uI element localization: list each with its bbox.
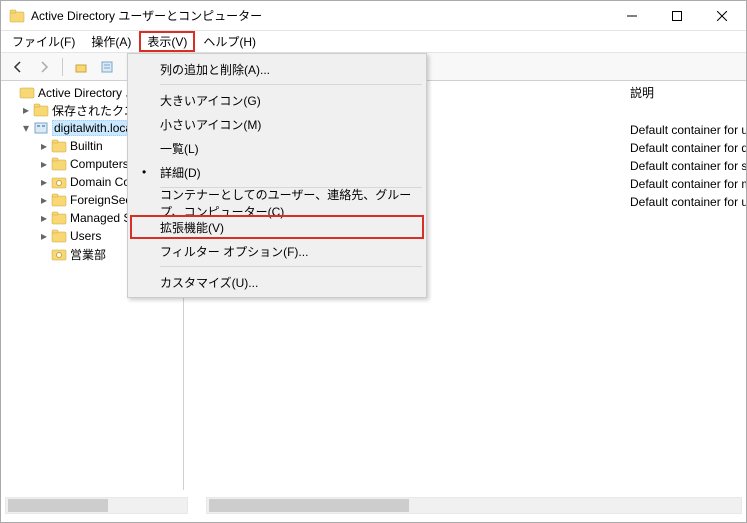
menu-filter-options[interactable]: フィルター オプション(F)... (130, 239, 424, 263)
folder-icon (51, 228, 67, 244)
expand-icon[interactable]: ▸ (37, 139, 51, 153)
app-icon (9, 8, 25, 24)
ou-icon (51, 246, 67, 262)
aduc-icon (19, 84, 35, 100)
folder-icon (33, 102, 49, 118)
tree-label: Computers (70, 157, 129, 171)
toolbar-separator (62, 58, 63, 76)
menu-view[interactable]: 表示(V) (139, 31, 195, 52)
expand-icon[interactable]: ▸ (37, 175, 51, 189)
menu-users-as-containers[interactable]: コンテナーとしてのユーザー、連絡先、グループ、コンピューター(C) (130, 191, 424, 215)
domain-icon (33, 120, 49, 136)
tree-label: Active Directory ユ (38, 84, 137, 101)
tree-label: Users (70, 229, 101, 243)
folder-icon (51, 138, 67, 154)
scrollbar-thumb[interactable] (8, 499, 108, 512)
tree-scrollbar[interactable] (5, 497, 188, 514)
list-cell-description: Default container for do (624, 139, 746, 157)
up-button[interactable] (70, 56, 92, 78)
menu-separator (160, 84, 422, 85)
list-scrollbar[interactable] (206, 497, 742, 514)
list-cell-description: Default container for se (624, 157, 746, 175)
expand-icon[interactable]: ▸ (37, 211, 51, 225)
menubar: ファイル(F) 操作(A) 表示(V) ヘルプ(H) (1, 31, 746, 53)
folder-icon (51, 210, 67, 226)
menu-large-icons[interactable]: 大きいアイコン(G) (130, 88, 424, 112)
window-title: Active Directory ユーザーとコンピューター (31, 7, 609, 24)
forward-button[interactable] (33, 56, 55, 78)
expand-icon[interactable]: ▸ (37, 193, 51, 207)
ou-icon (51, 174, 67, 190)
properties-button[interactable] (96, 56, 118, 78)
tree-label: Domain Co (70, 175, 130, 189)
tree-label: 営業部 (70, 246, 106, 263)
menu-advanced-features[interactable]: 拡張機能(V) (130, 215, 424, 239)
expand-icon[interactable]: ▸ (19, 103, 33, 117)
list-cell-description: Default container for m (624, 175, 746, 193)
list-cell-description: Default container for up (624, 121, 746, 139)
collapse-icon[interactable]: ▾ (19, 121, 33, 135)
folder-icon (51, 192, 67, 208)
menu-help[interactable]: ヘルプ(H) (195, 31, 264, 52)
expand-icon[interactable]: ▸ (37, 229, 51, 243)
menu-file[interactable]: ファイル(F) (4, 31, 83, 52)
menu-action[interactable]: 操作(A) (83, 31, 139, 52)
titlebar: Active Directory ユーザーとコンピューター (1, 1, 746, 31)
tree-label: digitalwith.loca (52, 120, 134, 136)
list-cell-description: Default container for up (624, 193, 746, 211)
menu-add-remove-columns[interactable]: 列の追加と削除(A)... (130, 57, 424, 81)
close-button[interactable] (699, 2, 744, 30)
menu-small-icons[interactable]: 小さいアイコン(M) (130, 112, 424, 136)
horizontal-scrollbars (5, 497, 742, 514)
column-header-description[interactable]: 説明 (624, 81, 746, 103)
minimize-button[interactable] (609, 2, 654, 30)
scrollbar-thumb[interactable] (209, 499, 409, 512)
maximize-button[interactable] (654, 2, 699, 30)
window-controls (609, 2, 744, 30)
description-column: 説明 Default container for up Default cont… (624, 81, 746, 211)
tree-label: Builtin (70, 139, 103, 153)
folder-icon (51, 156, 67, 172)
expand-icon[interactable]: ▸ (37, 157, 51, 171)
menu-separator (160, 266, 422, 267)
view-menu-dropdown: 列の追加と削除(A)... 大きいアイコン(G) 小さいアイコン(M) 一覧(L… (127, 53, 427, 298)
menu-list[interactable]: 一覧(L) (130, 136, 424, 160)
tree-label: Managed S (70, 211, 131, 225)
menu-customize[interactable]: カスタマイズ(U)... (130, 270, 424, 294)
back-button[interactable] (7, 56, 29, 78)
menu-detail[interactable]: 詳細(D) (130, 160, 424, 184)
